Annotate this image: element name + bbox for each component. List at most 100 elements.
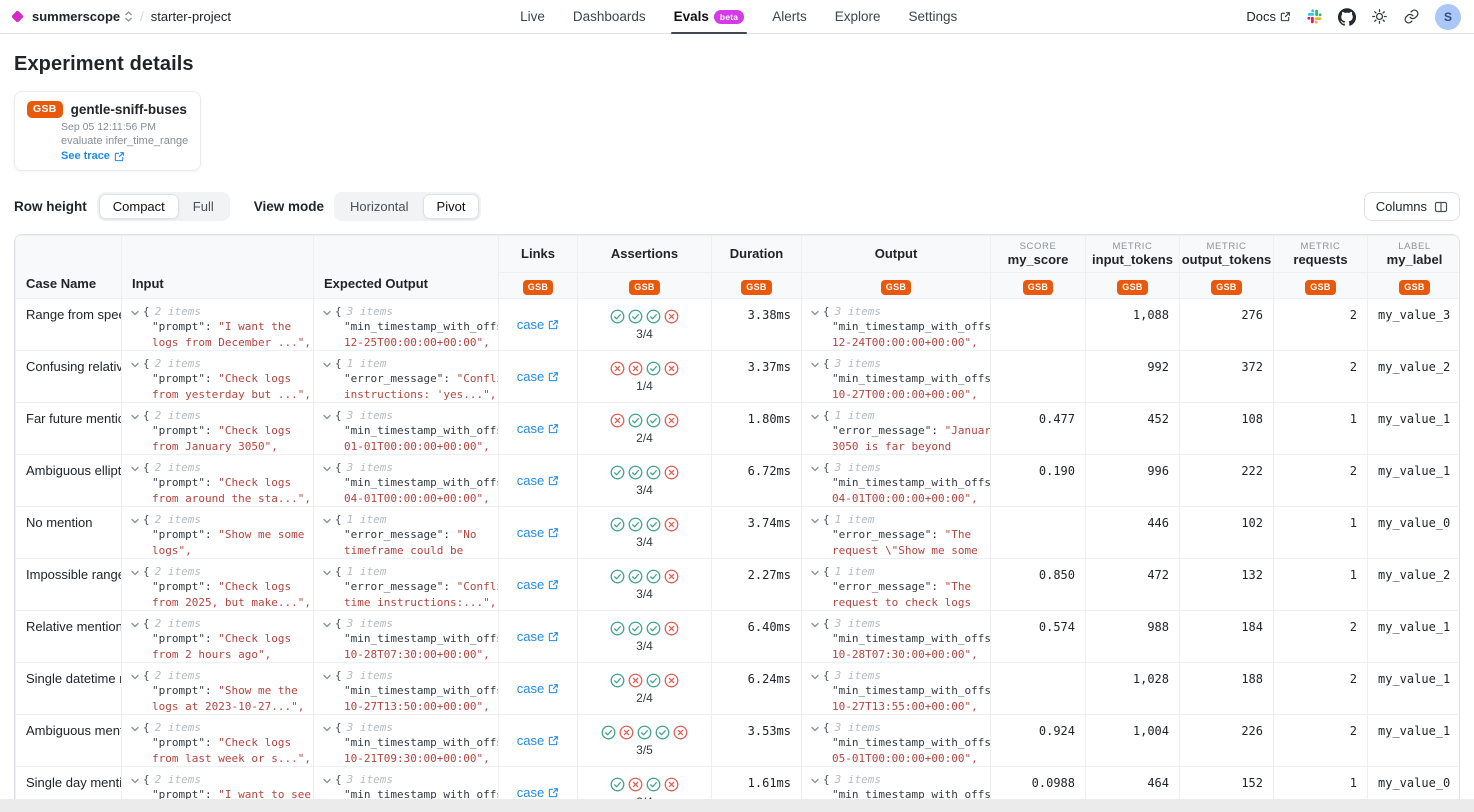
- col-header-label: Input: [132, 276, 303, 291]
- chevron-down-icon[interactable]: [322, 568, 332, 578]
- row-height-option-full[interactable]: Full: [179, 194, 228, 219]
- view-mode-option-horizontal[interactable]: Horizontal: [336, 194, 423, 219]
- tab-explore[interactable]: Explore: [835, 0, 881, 34]
- experiment-badge: GSB: [1117, 280, 1147, 295]
- chevron-down-icon[interactable]: [810, 516, 820, 526]
- chevron-down-icon[interactable]: [322, 776, 332, 786]
- requests-cell: 2: [1274, 611, 1368, 663]
- org-switcher[interactable]: summerscope: [32, 9, 133, 24]
- assertion-ratio: 2/4: [578, 431, 711, 445]
- case-link[interactable]: case: [517, 629, 559, 644]
- view-mode-option-pivot[interactable]: Pivot: [423, 194, 480, 219]
- case-link[interactable]: case: [517, 785, 559, 800]
- chevron-down-icon[interactable]: [810, 568, 820, 578]
- json-brace: {: [335, 617, 342, 631]
- json-line: "min_timestamp_with_offset": [802, 683, 990, 699]
- case-name-cell: Confusing relative...: [16, 351, 122, 403]
- case-link[interactable]: case: [517, 525, 559, 540]
- github-icon[interactable]: [1338, 8, 1356, 26]
- chevron-down-icon[interactable]: [130, 620, 140, 630]
- chevron-down-icon[interactable]: [130, 568, 140, 578]
- chevron-down-icon[interactable]: [322, 464, 332, 474]
- assertions-cell: 2/4: [578, 403, 712, 455]
- chevron-down-icon[interactable]: [322, 412, 332, 422]
- row-height-option-compact[interactable]: Compact: [99, 194, 179, 219]
- json-brace: {: [335, 513, 342, 527]
- chevron-down-icon[interactable]: [322, 620, 332, 630]
- assertion-ratio: 3/4: [578, 587, 711, 601]
- columns-icon: [1434, 200, 1448, 214]
- chevron-down-icon[interactable]: [810, 412, 820, 422]
- links-cell: case: [499, 351, 578, 403]
- chevron-down-icon[interactable]: [130, 360, 140, 370]
- assertion-pass-icon: [610, 621, 625, 636]
- col-badge-my_label: GSB: [1368, 273, 1461, 299]
- chevron-down-icon[interactable]: [130, 308, 140, 318]
- tab-live[interactable]: Live: [520, 0, 545, 34]
- case-link[interactable]: case: [517, 421, 559, 436]
- external-link-icon: [548, 319, 559, 330]
- input-tokens-cell: 992: [1086, 351, 1180, 403]
- case-link[interactable]: case: [517, 577, 559, 592]
- json-item-count: 2 items: [155, 721, 201, 735]
- chevron-down-icon[interactable]: [130, 724, 140, 734]
- tab-evals[interactable]: Evalsbeta: [674, 0, 745, 34]
- assertion-pass-icon: [646, 517, 661, 532]
- chevron-down-icon[interactable]: [130, 516, 140, 526]
- docs-link[interactable]: Docs: [1246, 9, 1291, 24]
- chevron-down-icon[interactable]: [810, 464, 820, 474]
- chevron-down-icon[interactable]: [810, 308, 820, 318]
- json-line: from 2 hours ago",: [122, 647, 313, 663]
- assertion-ratio: 2/4: [578, 691, 711, 705]
- chevron-down-icon[interactable]: [130, 776, 140, 786]
- links-cell: case: [499, 507, 578, 559]
- chevron-down-icon[interactable]: [810, 776, 820, 786]
- chevron-down-icon[interactable]: [810, 724, 820, 734]
- case-link[interactable]: case: [517, 369, 559, 384]
- json-item-count: 3 items: [347, 461, 393, 475]
- topbar-actions: Docs S: [1246, 4, 1461, 30]
- assertion-pass-icon: [646, 673, 661, 688]
- chevron-down-icon[interactable]: [130, 672, 140, 682]
- chevron-down-icon[interactable]: [322, 724, 332, 734]
- theme-icon[interactable]: [1371, 8, 1388, 25]
- links-cell: case: [499, 403, 578, 455]
- assertion-fail-icon: [628, 361, 643, 376]
- tab-dashboards[interactable]: Dashboards: [573, 0, 646, 34]
- chevron-down-icon[interactable]: [130, 464, 140, 474]
- label-cell: my_value_1: [1368, 663, 1461, 715]
- input-json-cell: {2 items"prompt": "Check logsfrom Januar…: [122, 403, 314, 455]
- tab-label: Live: [520, 9, 545, 24]
- assertion-ratio: 3/4: [578, 535, 711, 549]
- case-link[interactable]: case: [517, 733, 559, 748]
- share-icon[interactable]: [1403, 8, 1420, 25]
- chevron-down-icon[interactable]: [322, 308, 332, 318]
- chevron-down-icon[interactable]: [322, 516, 332, 526]
- case-link[interactable]: case: [517, 473, 559, 488]
- chevron-down-icon[interactable]: [130, 412, 140, 422]
- assertion-fail-icon: [664, 413, 679, 428]
- see-trace-link[interactable]: See trace: [61, 150, 188, 162]
- chevron-down-icon[interactable]: [810, 672, 820, 682]
- case-link[interactable]: case: [517, 317, 559, 332]
- col-header-kind: METRIC: [1180, 241, 1273, 252]
- chevron-down-icon[interactable]: [810, 360, 820, 370]
- experiment-badge: GSB: [27, 101, 63, 118]
- row-height-control: CompactFull: [97, 192, 230, 221]
- experiment-badge: GSB: [1023, 280, 1053, 295]
- tab-alerts[interactable]: Alerts: [772, 0, 807, 34]
- requests-cell: 2: [1274, 455, 1368, 507]
- columns-button[interactable]: Columns: [1364, 192, 1460, 221]
- chevron-down-icon[interactable]: [322, 672, 332, 682]
- chevron-down-icon[interactable]: [810, 620, 820, 630]
- json-brace: {: [823, 409, 830, 423]
- assertion-ratio: 3/4: [578, 639, 711, 653]
- slack-icon[interactable]: [1306, 8, 1323, 25]
- case-name-cell: Ambiguous elliptic...: [16, 455, 122, 507]
- chevron-down-icon[interactable]: [322, 360, 332, 370]
- case-link[interactable]: case: [517, 681, 559, 696]
- json-brace: {: [823, 513, 830, 527]
- avatar[interactable]: S: [1435, 4, 1461, 30]
- breadcrumb-project[interactable]: starter-project: [151, 9, 231, 24]
- tab-settings[interactable]: Settings: [909, 0, 958, 34]
